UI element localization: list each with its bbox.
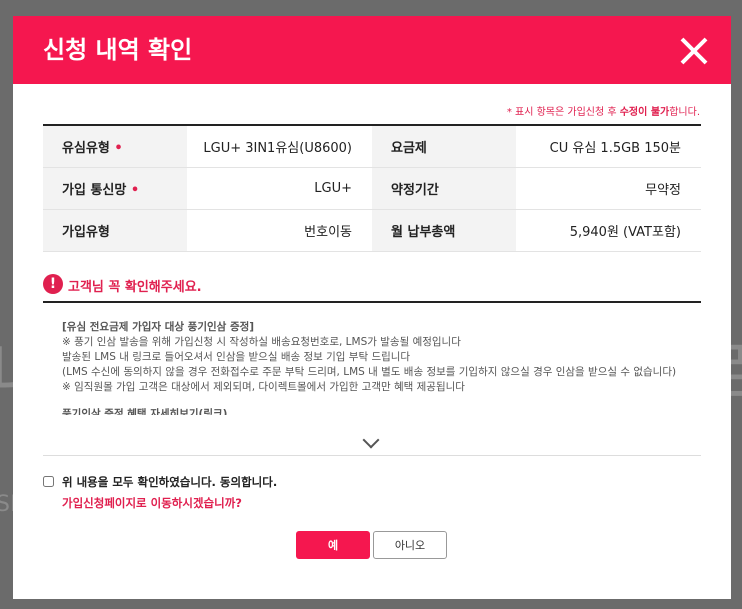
notice-scroll-box[interactable]: [유심 전요금제 가입자 대상 풍기인삼 증정] ※ 풍기 인삼 발송을 위해 … [43,306,701,456]
note-prefix: * 표시 항목은 가입신청 후 [506,107,620,118]
value-usim-type: LGU+ 3IN1유심(U8600) [187,125,372,168]
chevron-down-icon[interactable] [362,431,380,449]
label-monthly-total: 월 납부총액 [372,209,516,252]
required-mark: • [130,182,140,198]
no-button[interactable]: 아니오 [373,531,447,559]
note-suffix: 합니다. [669,107,700,118]
label-plan: 요금제 [372,125,516,168]
application-summary-table: 유심유형 • LGU+ 3IN1유심(U8600) 요금제 CU 유심 1.5G… [43,124,701,252]
note-emphasis: 수정이 불가 [619,107,670,118]
value-contract-period: 무약정 [516,167,701,210]
confirm-title: 고객님 꼭 확인해주세요. [68,280,202,295]
label-join-type: 가입유형 [43,209,187,252]
required-mark: • [114,140,123,156]
notice-line: 발송된 LMS 내 링크로 들어오셔서 인삼을 받으실 배송 정보 기입 부탁 … [62,351,411,363]
agree-checkbox[interactable] [43,476,54,487]
value-plan: CU 유심 1.5GB 150분 [516,125,701,168]
confirm-section-header: ! 고객님 꼭 확인해주세요. [43,273,701,303]
notice-cut-line: 풍기인삼 증정 혜택 자세히보기(링크) [62,408,228,415]
label-network: 가입 통신망 • [43,167,187,210]
notice-line: ※ 임직원몰 가입 고객은 대상에서 제외되며, 다이렉트몰에서 가입한 고객만… [62,381,465,393]
table-row: 유심유형 • LGU+ 3IN1유심(U8600) 요금제 CU 유심 1.5G… [43,125,701,168]
notice-line: (LMS 수신에 동의하지 않을 경우 전화접수로 주문 부탁 드리며, LMS… [62,366,677,378]
modal-title: 신청 내역 확인 [43,36,193,64]
value-monthly-total: 5,940원 (VAT포함) [516,209,701,252]
alert-icon: ! [43,274,63,294]
table-row: 가입유형 번호이동 월 납부총액 5,940원 (VAT포함) [43,209,701,252]
application-confirm-modal: 신청 내역 확인 * 표시 항목은 가입신청 후 수정이 불가합니다. 유심유형… [13,16,731,599]
notice-text: [유심 전요금제 가입자 대상 풍기인삼 증정] ※ 풍기 인삼 발송을 위해 … [43,306,701,415]
notice-title: [유심 전요금제 가입자 대상 풍기인삼 증정] [62,321,255,333]
value-join-type: 번호이동 [187,209,372,252]
close-icon[interactable] [679,36,709,66]
value-network: LGU+ [187,167,372,210]
yes-button[interactable]: 예 [296,531,370,559]
agree-label[interactable]: 위 내용을 모두 확인하였습니다. 동의합니다. [62,474,277,490]
notice-line: ※ 풍기 인삼 발송을 위해 가입신청 시 작성하실 배송요청번호로, LMS가… [62,336,461,348]
table-row: 가입 통신망 • LGU+ 약정기간 무약정 [43,167,701,210]
required-field-note: * 표시 항목은 가입신청 후 수정이 불가합니다. [507,103,700,118]
label-usim-type: 유심유형 • [43,125,187,168]
label-contract-period: 약정기간 [372,167,516,210]
modal-header: 신청 내역 확인 [13,16,731,84]
navigate-question: 가입신청페이지로 이동하시겠습니까? [62,496,242,510]
